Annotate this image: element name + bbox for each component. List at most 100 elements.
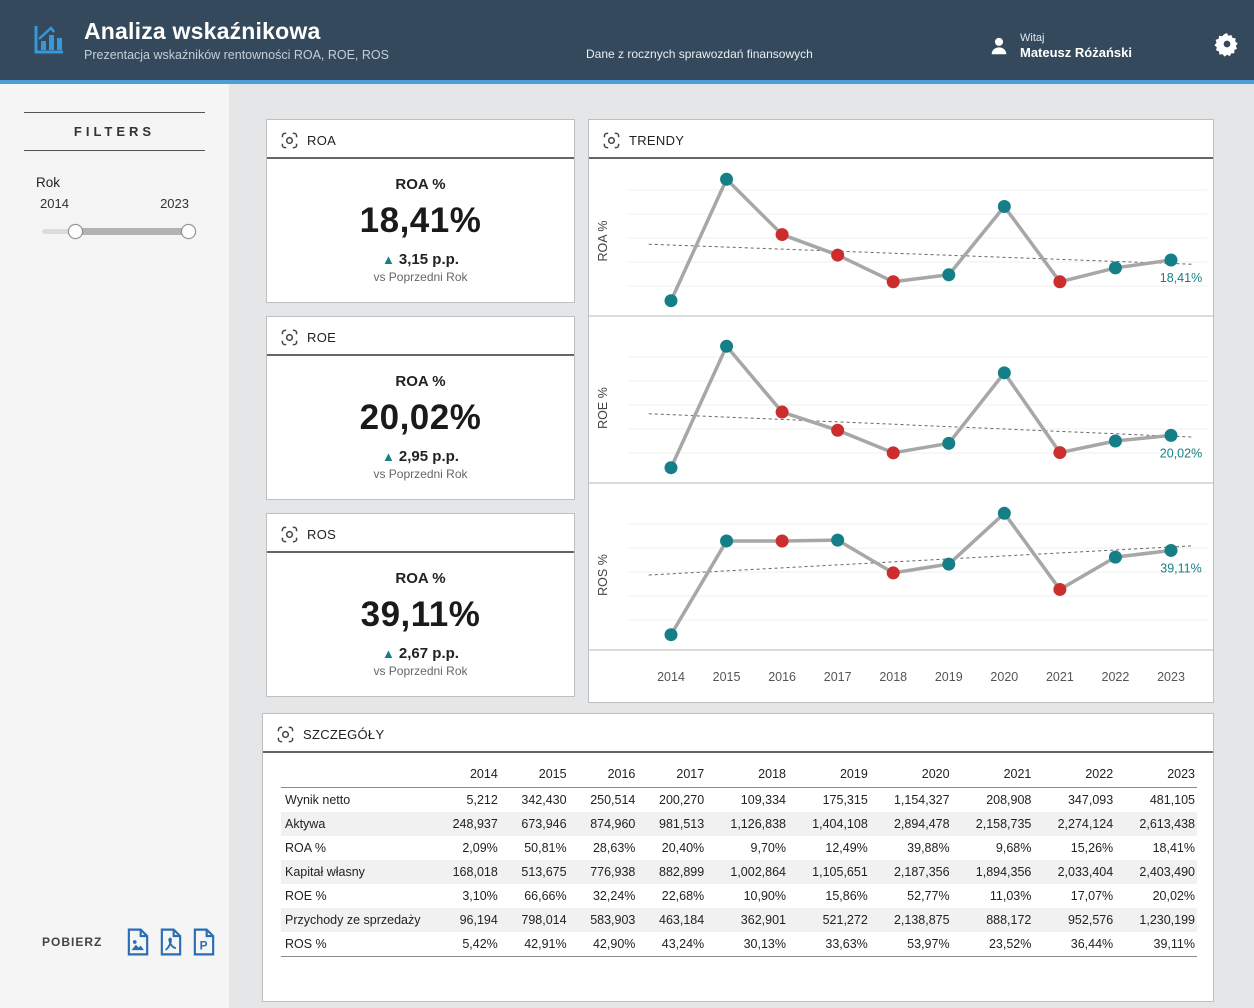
card-title: ROE: [307, 330, 336, 345]
user-menu[interactable]: Witaj Mateusz Różański: [988, 32, 1132, 60]
download-pdf-button[interactable]: [159, 928, 183, 956]
year-range-slider[interactable]: [42, 221, 189, 241]
x-axis-tick-label: 2021: [1046, 670, 1074, 684]
data-point: [831, 534, 844, 547]
table-row: Wynik netto5,212342,430250,514200,270109…: [281, 788, 1197, 813]
table-row: Kapitał własny168,018513,675776,938882,8…: [281, 860, 1197, 884]
table-cell: 481,105: [1115, 788, 1197, 813]
table-cell: 20,02%: [1115, 884, 1197, 908]
kpi-comparison-label: vs Poprzedni Rok: [373, 270, 467, 284]
table-cell: 15,26%: [1033, 836, 1115, 860]
data-point: [998, 200, 1011, 213]
details-panel: SZCZEGÓŁY 201420152016201720182019202020…: [262, 713, 1214, 1002]
table-row: ROE %3,10%66,66%32,24%22,68%10,90%15,86%…: [281, 884, 1197, 908]
year-column-header: 2017: [637, 761, 706, 788]
user-name: Mateusz Różański: [1020, 45, 1132, 60]
table-cell: 9,68%: [952, 836, 1034, 860]
table-header-row: 2014201520162017201820192020202120222023: [281, 761, 1197, 788]
kpi-comparison-label: vs Poprzedni Rok: [373, 664, 467, 678]
year-column-header: 2015: [500, 761, 569, 788]
data-point: [887, 566, 900, 579]
table-cell: 109,334: [706, 788, 788, 813]
download-image-button[interactable]: [126, 928, 150, 956]
table-cell: 1,126,838: [706, 812, 788, 836]
focus-icon: [277, 726, 294, 743]
table-cell: 673,946: [500, 812, 569, 836]
data-point: [1053, 275, 1066, 288]
increase-arrow-icon: ▲: [382, 646, 395, 661]
table-cell: 250,514: [569, 788, 638, 813]
bar-chart-logo-icon: [30, 21, 68, 59]
y-axis-label: ROE %: [596, 387, 610, 429]
table-cell: 248,937: [431, 812, 500, 836]
data-point: [1165, 429, 1178, 442]
year-column-header: 2018: [706, 761, 788, 788]
table-cell: 39,88%: [870, 836, 952, 860]
row-label: Przychody ze sprzedaży: [281, 908, 431, 932]
table-cell: 463,184: [637, 908, 706, 932]
table-cell: 513,675: [500, 860, 569, 884]
data-point: [831, 424, 844, 437]
data-point: [998, 507, 1011, 520]
download-label: POBIERZ: [42, 935, 102, 949]
settings-gear-icon[interactable]: [1214, 31, 1240, 57]
table-cell: 11,03%: [952, 884, 1034, 908]
table-cell: 776,938: [569, 860, 638, 884]
year-min-label: 2014: [40, 196, 69, 211]
trend-line-charts: 18,41%ROA %20,02%ROE %39,11%ROS %2014201…: [589, 160, 1213, 705]
page-title: Analiza wskaźnikowa: [84, 18, 389, 45]
row-label: ROA %: [281, 836, 431, 860]
table-cell: 96,194: [431, 908, 500, 932]
year-column-header: 2016: [569, 761, 638, 788]
data-point: [720, 340, 733, 353]
focus-icon: [603, 132, 620, 149]
slider-handle-max[interactable]: [181, 224, 196, 239]
table-cell: 1,230,199: [1115, 908, 1197, 932]
download-ppt-button[interactable]: P: [192, 928, 216, 956]
table-cell: 1,105,651: [788, 860, 870, 884]
data-point: [665, 294, 678, 307]
year-column-header: 2019: [788, 761, 870, 788]
data-point: [942, 437, 955, 450]
x-axis-tick-label: 2022: [1102, 670, 1130, 684]
trend-panel: TRENDY 18,41%ROA %20,02%ROE %39,11%ROS %…: [588, 119, 1214, 703]
kpi-comparison-label: vs Poprzedni Rok: [373, 467, 467, 481]
table-cell: 9,70%: [706, 836, 788, 860]
table-cell: 2,187,356: [870, 860, 952, 884]
data-point: [942, 268, 955, 281]
data-point: [998, 366, 1011, 379]
table-cell: 200,270: [637, 788, 706, 813]
x-axis-tick-label: 2020: [990, 670, 1018, 684]
table-cell: 1,404,108: [788, 812, 870, 836]
table-row: ROA %2,09%50,81%28,63%20,40%9,70%12,49%3…: [281, 836, 1197, 860]
filters-heading: FILTERS: [24, 112, 205, 151]
table-cell: 10,90%: [706, 884, 788, 908]
table-cell: 2,894,478: [870, 812, 952, 836]
table-cell: 18,41%: [1115, 836, 1197, 860]
last-value-annotation: 18,41%: [1160, 271, 1202, 285]
page-subtitle: Prezentacja wskaźników rentowności ROA, …: [84, 48, 389, 62]
data-point: [776, 228, 789, 241]
x-axis-tick-label: 2017: [824, 670, 852, 684]
table-cell: 22,68%: [637, 884, 706, 908]
year-max-label: 2023: [160, 196, 189, 211]
y-axis-label: ROA %: [596, 221, 610, 262]
data-point: [1109, 435, 1122, 448]
x-axis-tick-label: 2023: [1157, 670, 1185, 684]
y-axis-label: ROS %: [596, 554, 610, 596]
data-point: [887, 446, 900, 459]
data-point: [665, 628, 678, 641]
data-point: [1053, 446, 1066, 459]
row-label: Aktywa: [281, 812, 431, 836]
table-cell: 2,033,404: [1033, 860, 1115, 884]
last-value-annotation: 39,11%: [1160, 561, 1201, 575]
data-point: [1165, 544, 1178, 557]
table-cell: 342,430: [500, 788, 569, 813]
slider-selected-range[interactable]: [75, 228, 189, 235]
table-cell: 2,274,124: [1033, 812, 1115, 836]
x-axis-tick-label: 2016: [768, 670, 796, 684]
table-cell: 33,63%: [788, 932, 870, 957]
kpi-delta: ▲3,15 p.p.: [382, 251, 459, 268]
table-cell: 36,44%: [1033, 932, 1115, 957]
slider-handle-min[interactable]: [68, 224, 83, 239]
